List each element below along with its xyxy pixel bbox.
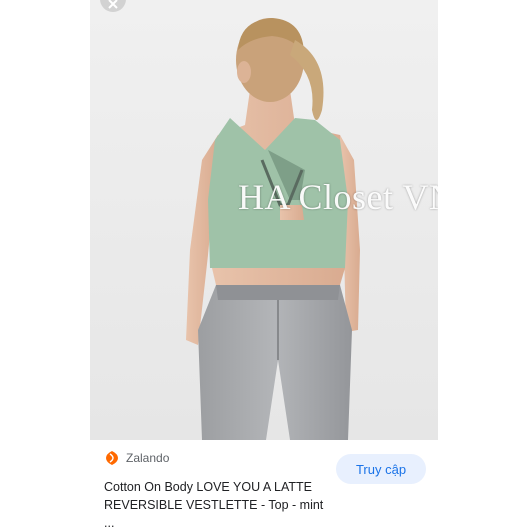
- model-photo: [90, 0, 438, 440]
- watermark-text: HA Closet VNXK: [238, 177, 438, 217]
- product-image[interactable]: HA Closet VNXK: [90, 0, 438, 440]
- source-row: Zalando: [104, 450, 169, 466]
- product-title-link[interactable]: Cotton On Body LOVE YOU A LATTE REVERSIB…: [104, 478, 334, 532]
- source-name: Zalando: [126, 451, 170, 465]
- close-icon: [108, 0, 118, 9]
- zalando-logo-icon: [106, 451, 118, 465]
- result-info-card[interactable]: Zalando Cotton On Body LOVE YOU A LATTE …: [90, 440, 438, 530]
- visit-button[interactable]: Truy cập: [336, 454, 426, 484]
